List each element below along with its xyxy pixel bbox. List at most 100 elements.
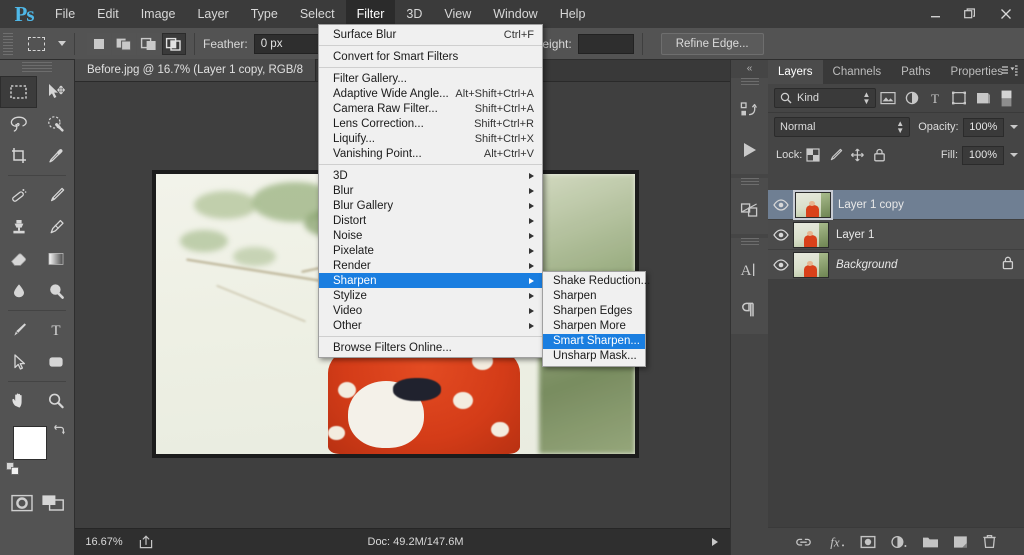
character-panel-icon[interactable]: A	[731, 250, 768, 290]
submenu-item-smart-sharpen[interactable]: Smart Sharpen...	[543, 334, 645, 349]
layer-thumbnail[interactable]	[796, 192, 830, 217]
zoom-level[interactable]: 16.67%	[75, 536, 133, 548]
delete-layer-icon[interactable]	[982, 534, 997, 549]
submenu-item-sharpen-more[interactable]: Sharpen More	[543, 319, 645, 334]
layer-row[interactable]: Layer 1	[768, 220, 1024, 250]
menu-item-pixelate[interactable]: Pixelate	[319, 243, 542, 258]
menu-item-file[interactable]: File	[44, 0, 86, 28]
menu-item-help[interactable]: Help	[549, 0, 597, 28]
opacity-chevron-down-icon[interactable]	[1010, 125, 1018, 129]
rounded-rectangle-tool[interactable]	[37, 346, 74, 378]
panel-tab-paths[interactable]: Paths	[891, 60, 940, 84]
submenu-item-sharpen-edges[interactable]: Sharpen Edges	[543, 304, 645, 319]
filter-adjustment-layers-icon[interactable]	[900, 87, 924, 109]
eyedropper-tool[interactable]	[37, 140, 74, 172]
dock-grip[interactable]	[740, 78, 759, 87]
menu-item-type[interactable]: Type	[240, 0, 289, 28]
new-adjustment-layer-icon[interactable]	[890, 535, 908, 549]
panel-tab-layers[interactable]: Layers	[768, 60, 823, 84]
dodge-tool[interactable]	[37, 275, 74, 307]
panel-tab-channels[interactable]: Channels	[823, 60, 892, 84]
fill-value[interactable]: 100%	[962, 145, 1004, 165]
subtract-from-selection-button[interactable]	[137, 32, 161, 55]
lock-image-pixels-icon[interactable]	[824, 145, 846, 165]
swap-colors-icon[interactable]	[52, 423, 66, 440]
menu-item-image[interactable]: Image	[130, 0, 187, 28]
eraser-tool[interactable]	[0, 243, 37, 275]
panel-menu-icon[interactable]	[1002, 65, 1018, 80]
intersect-with-selection-button[interactable]	[162, 32, 186, 55]
layer-style-fx-icon[interactable]: fx	[826, 534, 846, 549]
close-icon[interactable]	[988, 0, 1024, 28]
crop-tool[interactable]	[0, 140, 37, 172]
lock-transparent-pixels-icon[interactable]	[802, 145, 824, 165]
paragraph-panel-icon[interactable]	[731, 290, 768, 330]
filter-toggle-switch[interactable]	[994, 87, 1018, 109]
menu-item-sharpen[interactable]: Sharpen	[319, 273, 542, 288]
filter-smart-objects-icon[interactable]	[971, 87, 995, 109]
menu-item-distort[interactable]: Distort	[319, 213, 542, 228]
dock-grip[interactable]	[740, 238, 759, 247]
spot-healing-brush-tool[interactable]	[0, 179, 37, 211]
menu-item-vanishing-point[interactable]: Vanishing Point... Alt+Ctrl+V	[319, 146, 542, 161]
restore-icon[interactable]	[952, 0, 988, 28]
menu-item-noise[interactable]: Noise	[319, 228, 542, 243]
lock-all-icon[interactable]	[868, 145, 890, 165]
filter-kind-select[interactable]: Kind ▲ ▼	[774, 88, 877, 108]
menu-item-other[interactable]: Other	[319, 318, 542, 333]
adjustments-panel-icon[interactable]	[731, 190, 768, 230]
dock-grip[interactable]	[740, 178, 759, 187]
share-icon[interactable]	[133, 535, 159, 549]
hand-tool[interactable]	[0, 385, 37, 417]
menu-item-camera-raw-filter[interactable]: Camera Raw Filter... Shift+Ctrl+A	[319, 101, 542, 116]
layer-row[interactable]: Layer 1 copy	[768, 190, 1024, 220]
chevron-down-icon[interactable]	[58, 41, 66, 46]
menu-item-3d[interactable]: 3D	[319, 168, 542, 183]
menu-item-adaptive-wide-angle[interactable]: Adaptive Wide Angle... Alt+Shift+Ctrl+A	[319, 86, 542, 101]
layer-thumbnail[interactable]	[794, 252, 828, 277]
blend-mode-select[interactable]: Normal ▲ ▼	[774, 117, 911, 137]
menu-item-layer[interactable]: Layer	[186, 0, 239, 28]
minimize-icon[interactable]	[918, 0, 952, 28]
gradient-tool[interactable]	[37, 243, 74, 275]
zoom-tool[interactable]	[37, 385, 74, 417]
opacity-value[interactable]: 100%	[962, 117, 1004, 137]
history-brush-tool[interactable]	[37, 211, 74, 243]
status-menu-arrow-icon[interactable]	[712, 538, 718, 546]
submenu-item-unsharp-mask[interactable]: Unsharp Mask...	[543, 349, 645, 364]
layer-visibility-eye-icon[interactable]	[768, 228, 794, 241]
add-to-selection-button[interactable]	[112, 32, 136, 55]
submenu-item-sharpen[interactable]: Sharpen	[543, 289, 645, 304]
new-selection-button[interactable]	[87, 32, 111, 55]
filter-shape-layers-icon[interactable]	[947, 87, 971, 109]
fill-chevron-down-icon[interactable]	[1010, 153, 1018, 157]
horizontal-type-tool[interactable]: T	[37, 314, 74, 346]
menu-item-lens-correction[interactable]: Lens Correction... Shift+Ctrl+R	[319, 116, 542, 131]
edit-in-quick-mask-mode-icon[interactable]	[9, 493, 35, 516]
tools-panel-grip[interactable]	[22, 62, 52, 72]
layer-visibility-eye-icon[interactable]	[768, 258, 794, 271]
rectangular-marquee-tool[interactable]	[0, 76, 37, 108]
brush-tool[interactable]	[37, 179, 74, 211]
default-colors-icon[interactable]	[6, 462, 20, 479]
layer-visibility-eye-icon[interactable]	[768, 198, 794, 211]
collapse-panels-icon[interactable]: «	[731, 60, 768, 76]
path-selection-tool[interactable]	[0, 346, 37, 378]
add-layer-mask-icon[interactable]	[860, 535, 876, 549]
actions-panel-icon[interactable]	[731, 130, 768, 170]
options-bar-grip[interactable]	[3, 32, 13, 55]
quick-selection-tool[interactable]	[37, 108, 74, 140]
menu-item-filter-gallery[interactable]: Filter Gallery...	[319, 71, 542, 86]
tool-preset-picker[interactable]	[19, 32, 53, 56]
link-layers-icon[interactable]	[795, 535, 812, 549]
document-tab[interactable]: Before.jpg @ 16.7% (Layer 1 copy, RGB/8	[75, 59, 317, 81]
move-tool[interactable]	[37, 76, 74, 108]
filter-pixel-layers-icon[interactable]	[876, 87, 900, 109]
menu-item-browse-filters-online[interactable]: Browse Filters Online...	[319, 340, 542, 355]
lasso-tool[interactable]	[0, 108, 37, 140]
menu-item-blur-gallery[interactable]: Blur Gallery	[319, 198, 542, 213]
blur-tool[interactable]	[0, 275, 37, 307]
menu-item-convert-for-smart-filters[interactable]: Convert for Smart Filters	[319, 49, 542, 64]
menu-item-stylize[interactable]: Stylize	[319, 288, 542, 303]
lock-position-icon[interactable]	[846, 145, 868, 165]
